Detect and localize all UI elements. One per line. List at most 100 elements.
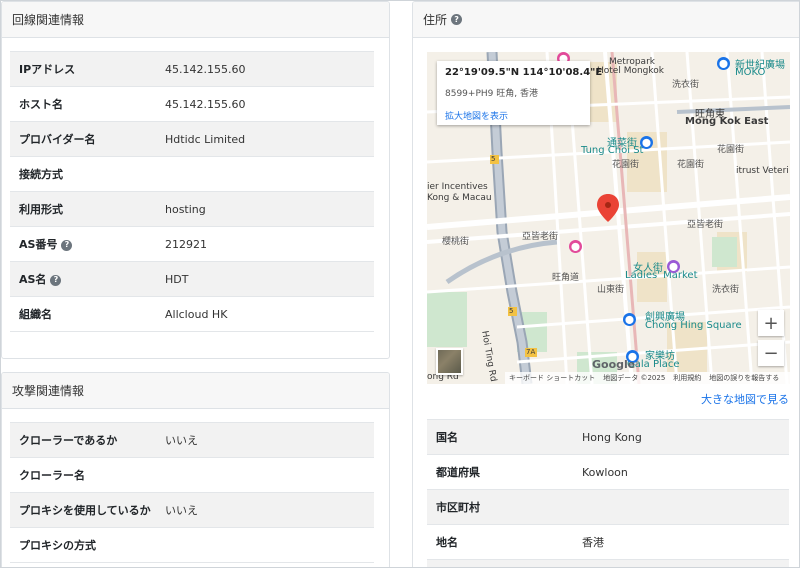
row-label: ホスト名	[19, 98, 63, 111]
keyboard-shortcuts-link[interactable]: キーボード ショートカット	[509, 373, 595, 383]
google-logo: Google	[592, 358, 636, 371]
satellite-toggle[interactable]	[436, 348, 463, 375]
terms-link[interactable]: 利用規約	[673, 373, 701, 383]
row-label: クローラー名	[19, 469, 85, 482]
row-value	[573, 490, 789, 525]
help-icon[interactable]: ?	[61, 239, 73, 251]
row-label: プロキシの方式	[19, 539, 96, 552]
table-row: 組織名 Allcloud HK	[10, 297, 374, 332]
table-row: 地名 香港	[427, 525, 789, 560]
map-label: Mong Kok East	[685, 116, 769, 127]
row-value: Allcloud HK	[165, 307, 228, 321]
table-row: クローラー名	[10, 458, 374, 493]
route-label: 5	[509, 307, 514, 315]
map-label: Kong & Macau	[427, 193, 492, 203]
street-label: 亞皆老街	[522, 232, 559, 242]
row-label: プロキシを使用しているか	[19, 504, 151, 517]
row-value: Hdtidc Limited	[165, 132, 246, 146]
street-label: 洗衣街	[712, 285, 740, 295]
shopping-icon[interactable]: ⬤	[667, 260, 680, 273]
street-label: 花園街	[677, 160, 705, 170]
map-data-text: 地図データ ©2025	[603, 374, 666, 382]
table-row: AS名? HDT	[10, 261, 374, 297]
table-row: 国名 Hong Kong	[427, 419, 789, 455]
attack-info-table: クローラーであるか いいえ クローラー名 プロキシを使用しているか いいえ プロキシ…	[10, 422, 374, 563]
row-label: 組織名	[19, 308, 52, 321]
map[interactable]: 5 5 7A Metropark Hotel Mongkok 新世紀廣場 MOK…	[427, 52, 790, 384]
zoom-in-button[interactable]: +	[758, 310, 784, 336]
line-info-title: 回線関連情報	[12, 13, 85, 27]
row-value	[156, 528, 374, 563]
help-icon[interactable]: ?	[451, 14, 463, 25]
row-value: 212921	[165, 237, 207, 251]
row-value: 45.142.155.60	[165, 62, 246, 76]
row-value: Hong Kong	[582, 430, 642, 444]
shopping-icon[interactable]: ⬤	[640, 136, 653, 149]
map-attribution: キーボード ショートカット 地図データ ©2025 利用規約 地図の誤りを報告す…	[505, 372, 790, 384]
row-label: 接続方式	[19, 168, 63, 181]
row-value	[156, 458, 374, 493]
table-row: 市区町村	[427, 489, 789, 525]
row-label: プロバイダー名	[19, 133, 96, 146]
map-plus-code: 8599+PH9 旺角, 香港	[445, 89, 538, 99]
page: 回線関連情報 IPアドレス 45.142.155.60 ホスト名 45.142.15…	[0, 0, 800, 568]
table-row: クローラーであるか いいえ	[10, 422, 374, 458]
address-title: 住所	[423, 13, 448, 27]
table-row: 都道府県 Kowloon	[427, 455, 789, 490]
street-label: 山東街	[597, 285, 625, 295]
route-label: 7A	[526, 348, 536, 356]
map-label: MOKO	[735, 67, 766, 78]
map-info-window: 22°19'09.5"N 114°10'08.4"E 8599+PH9 旺角, …	[437, 61, 603, 125]
row-label: AS番号?	[10, 227, 156, 262]
map-label: Ladies' Market	[625, 270, 698, 281]
map-label: ier Incentives	[427, 182, 488, 192]
street-label: 櫻桃街	[442, 237, 470, 247]
table-row	[427, 559, 789, 568]
map-label: Hotel Mongkok	[597, 66, 664, 76]
map-label: Tung Choi St	[581, 145, 644, 156]
row-value: Kowloon	[582, 465, 628, 479]
zoom-out-button[interactable]: −	[758, 340, 784, 366]
hotel-icon[interactable]: ⬤	[569, 240, 582, 253]
table-row: プロキシを使用しているか いいえ	[10, 492, 374, 528]
map-label: Chong Hing Square	[645, 320, 742, 331]
table-row: AS番号? 212921	[10, 227, 374, 262]
row-label	[427, 560, 573, 568]
larger-map-link[interactable]: 大きな地図で見る	[701, 391, 789, 407]
table-row: プロバイダー名 Hdtidc Limited	[10, 121, 374, 157]
row-label: 国名	[436, 431, 458, 444]
report-error-link[interactable]: 地図の誤りを報告する	[709, 373, 779, 383]
line-info-header: 回線関連情報	[2, 2, 389, 38]
route-label: 5	[491, 155, 496, 163]
line-info-table: IPアドレス 45.142.155.60 ホスト名 45.142.155.60 プロ…	[10, 51, 374, 332]
address-header: 住所 ?	[413, 2, 799, 38]
shopping-icon[interactable]: ⬤	[623, 313, 636, 326]
address-table: 国名 Hong Kong 都道府県 Kowloon 市区町村 地名 香港	[427, 419, 789, 568]
map-coordinates: 22°19'09.5"N 114°10'08.4"E	[445, 67, 603, 78]
row-value: 45.142.155.60	[165, 97, 246, 111]
row-label: AS名?	[10, 262, 156, 297]
row-value	[156, 157, 374, 192]
enlarge-map-link[interactable]: 拡大地図を表示	[445, 109, 582, 122]
row-label: クローラーであるか	[19, 434, 118, 447]
row-value: いいえ	[165, 504, 198, 517]
row-value: hosting	[165, 202, 206, 216]
row-label: 都道府県	[436, 466, 480, 479]
street-label: 旺角道	[552, 273, 580, 283]
row-label: IPアドレス	[19, 63, 76, 76]
table-row: IPアドレス 45.142.155.60	[10, 51, 374, 87]
street-label: 花園街	[612, 160, 640, 170]
street-label: 亞皆老街	[687, 220, 724, 230]
table-row: 接続方式	[10, 157, 374, 192]
table-row: ホスト名 45.142.155.60	[10, 87, 374, 122]
table-row: プロキシの方式	[10, 528, 374, 563]
attack-info-header: 攻撃関連情報	[2, 373, 389, 409]
help-icon[interactable]: ?	[50, 274, 62, 286]
row-label: 利用形式	[19, 203, 63, 216]
map-label: itrust Veteri	[736, 166, 789, 176]
row-value: いいえ	[165, 434, 198, 447]
row-value: 香港	[582, 536, 604, 549]
shopping-icon[interactable]: ⬤	[717, 57, 730, 70]
row-label: 地名	[436, 536, 458, 549]
street-label: 花園街	[717, 145, 745, 155]
